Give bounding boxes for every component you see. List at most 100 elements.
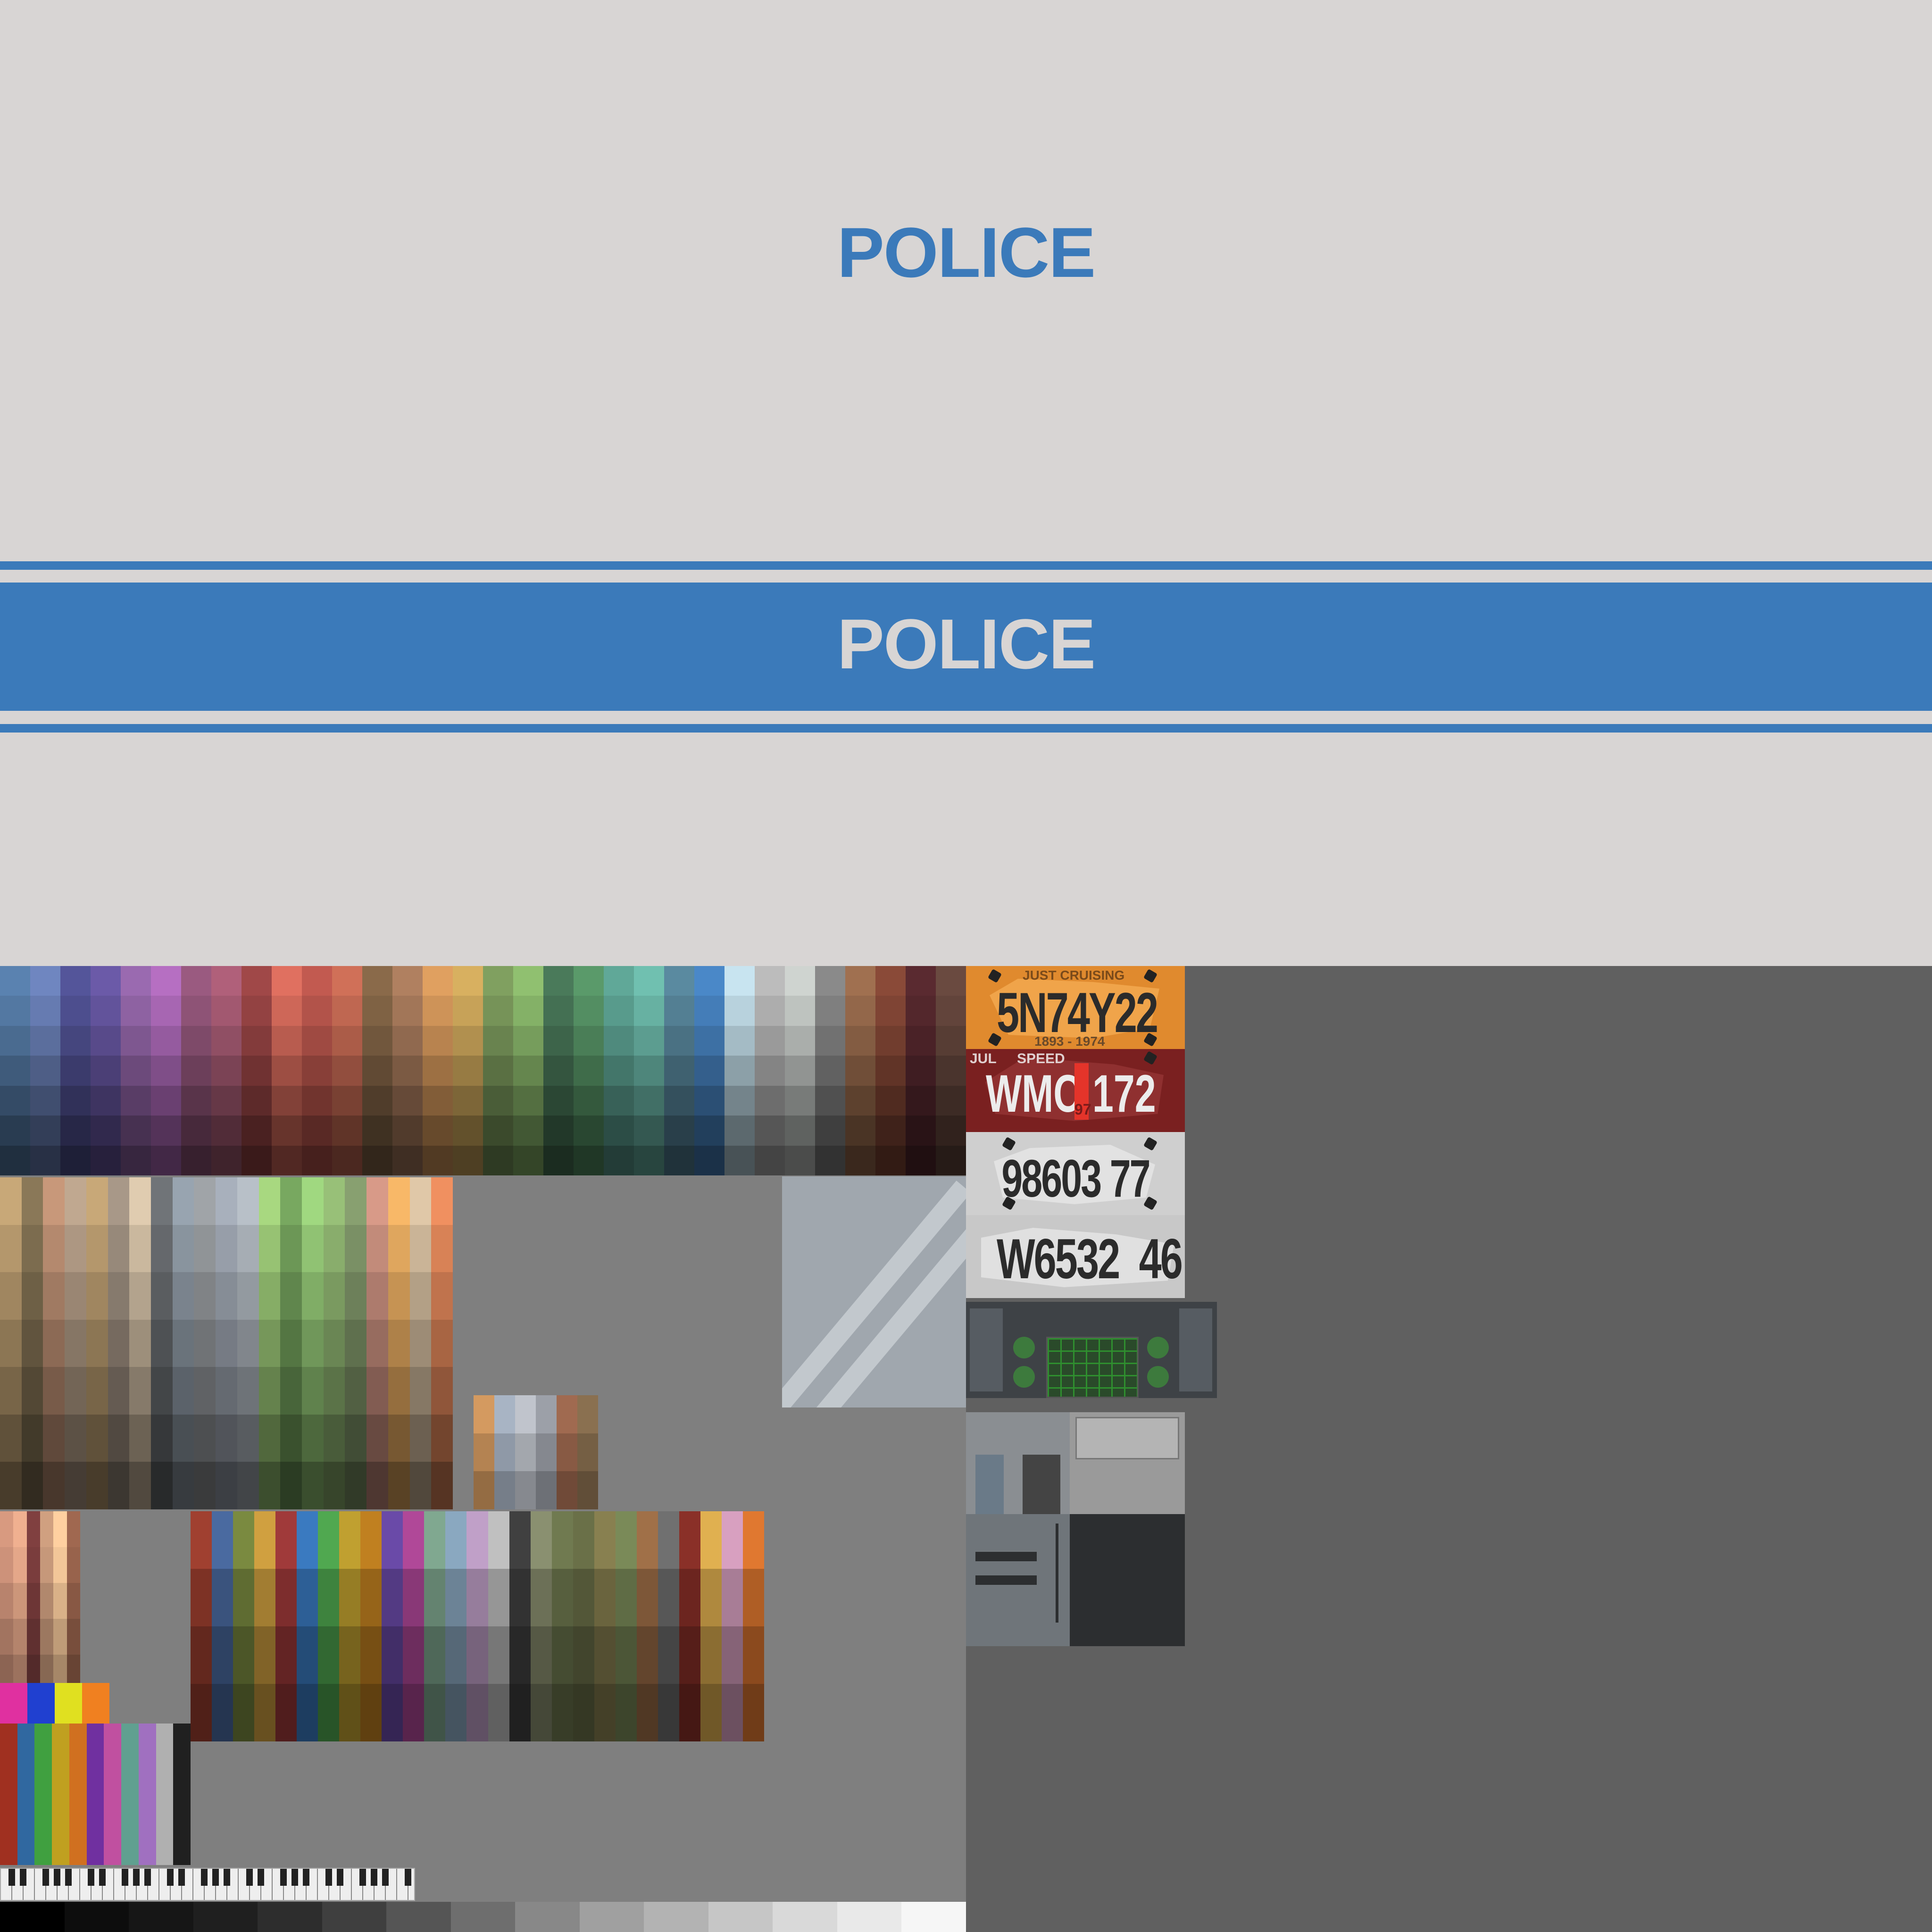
swatch: [573, 1569, 594, 1626]
swatch: [634, 1116, 664, 1146]
license-plate-red: JUL SPEED WMC 97 172: [966, 1049, 1185, 1132]
window-glass-texture: [782, 1176, 966, 1407]
swatch: [323, 1272, 345, 1320]
piano-black-key: [88, 1869, 94, 1886]
swatch: [60, 996, 91, 1026]
swatch: [513, 1025, 543, 1056]
piano-black-key: [178, 1869, 185, 1886]
swatch: [108, 1462, 130, 1509]
swatch: [13, 1583, 27, 1619]
swatch: [194, 1177, 216, 1225]
swatch: [724, 996, 755, 1026]
plate-number: W6532 46: [996, 1227, 1183, 1291]
swatch: [280, 1414, 302, 1462]
swatch: [392, 1145, 423, 1175]
swatch: [694, 1025, 724, 1056]
swatch: [67, 1511, 80, 1547]
swatch: [360, 1511, 382, 1569]
swatch: [513, 1145, 543, 1175]
swatch: [339, 1511, 361, 1569]
swatch: [366, 1177, 388, 1225]
swatch: [755, 996, 785, 1026]
swatch: [151, 1177, 173, 1225]
swatch: [388, 1224, 410, 1273]
swatch: [91, 1085, 121, 1116]
swatch: [362, 1085, 392, 1116]
swatch: [423, 1085, 453, 1116]
swatch: [906, 1025, 936, 1056]
swatch: [658, 1511, 679, 1569]
swatch: [724, 1085, 755, 1116]
swatch: [906, 996, 936, 1026]
piano-keys-texture: [0, 1868, 415, 1901]
piano-black-key: [405, 1869, 411, 1886]
color-palette-bars: [0, 1724, 191, 1865]
piano-black-key: [382, 1869, 389, 1886]
piano-black-key: [258, 1869, 264, 1886]
swatch: [424, 1684, 446, 1741]
swatch: [323, 1367, 345, 1415]
swatch: [536, 1433, 557, 1472]
swatch: [332, 1145, 362, 1175]
piano-black-key: [303, 1869, 309, 1886]
gray-swatch: [258, 1902, 322, 1932]
swatch: [30, 1056, 60, 1086]
swatch: [345, 1319, 367, 1367]
swatch: [129, 1367, 151, 1415]
piano-black-key: [99, 1869, 106, 1886]
swatch: [366, 1462, 388, 1509]
swatch: [634, 1145, 664, 1175]
swatch: [242, 1116, 272, 1146]
swatch: [323, 1224, 345, 1273]
swatch: [302, 1025, 332, 1056]
swatch: [43, 1367, 65, 1415]
swatch: [483, 966, 513, 996]
swatch: [13, 1619, 27, 1655]
police-text-top: POLICE: [837, 213, 1096, 292]
swatch: [86, 1319, 108, 1367]
swatch: [362, 966, 392, 996]
swatch: [483, 1116, 513, 1146]
swatch: [755, 1085, 785, 1116]
swatch: [65, 1224, 86, 1273]
swatch: [742, 1569, 764, 1626]
swatch: [573, 1626, 594, 1684]
swatch: [108, 1319, 130, 1367]
swatch: [318, 1684, 340, 1741]
swatch: [574, 1085, 604, 1116]
swatch: [658, 1684, 679, 1741]
swatch: [785, 966, 815, 996]
swatch: [40, 1619, 54, 1655]
swatch: [86, 1724, 104, 1865]
swatch: [0, 1085, 30, 1116]
swatch: [403, 1569, 425, 1626]
swatch: [302, 1116, 332, 1146]
swatch: [258, 1462, 281, 1509]
swatch: [181, 1145, 211, 1175]
swatch: [875, 966, 906, 996]
swatch: [664, 996, 694, 1026]
swatch: [237, 1319, 259, 1367]
swatch: [91, 1025, 121, 1056]
swatch: [254, 1569, 276, 1626]
swatch: [906, 1085, 936, 1116]
plate-tag-number: 97: [1074, 1101, 1091, 1118]
gray-swatch: [773, 1902, 837, 1932]
swatch: [906, 1056, 936, 1086]
piano-black-key: [144, 1869, 151, 1886]
swatch: [194, 1414, 216, 1462]
swatch: [604, 996, 634, 1026]
swatch: [233, 1626, 255, 1684]
swatch: [216, 1272, 237, 1320]
swatch: [875, 996, 906, 1026]
swatch: [445, 1511, 467, 1569]
swatch: [815, 1145, 845, 1175]
swatch: [0, 1511, 14, 1547]
swatch: [634, 1085, 664, 1116]
swatch: [43, 1224, 65, 1273]
swatch: [875, 1145, 906, 1175]
swatch: [30, 966, 60, 996]
swatch: [423, 1145, 453, 1175]
piano-black-key: [201, 1869, 208, 1886]
swatch: [172, 1319, 194, 1367]
